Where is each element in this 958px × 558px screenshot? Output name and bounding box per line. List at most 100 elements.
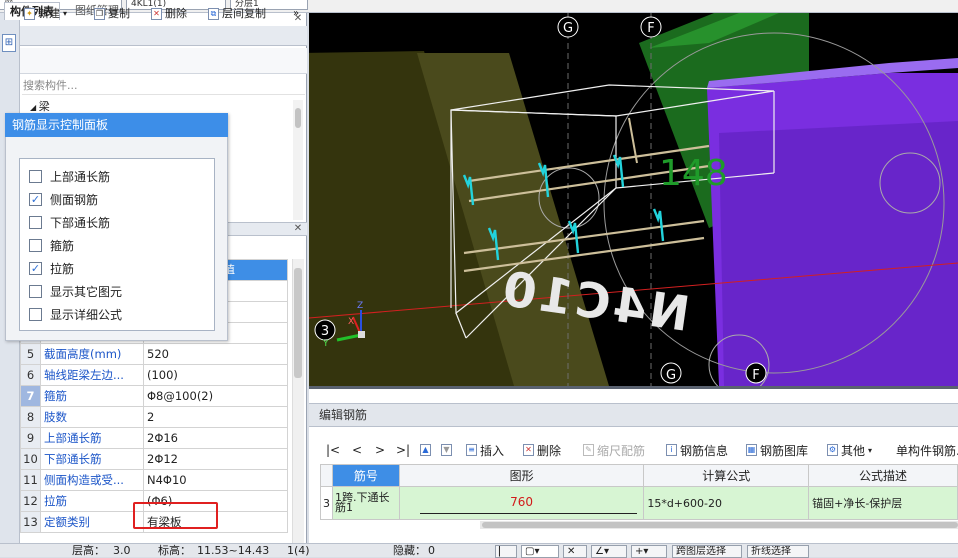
nav-next-button[interactable]: > bbox=[375, 442, 385, 458]
rebar-option-label: 下部通长筋 bbox=[50, 215, 111, 230]
property-row[interactable]: 9 上部通长筋 2Φ16 bbox=[20, 427, 288, 449]
hidden-label: 隐藏： bbox=[393, 544, 426, 557]
checkbox-icon[interactable] bbox=[29, 215, 42, 229]
checkbox-icon[interactable]: ✓ bbox=[29, 192, 42, 206]
axis-marker-3: 3 bbox=[314, 319, 336, 341]
property-value[interactable]: 2Φ16 bbox=[143, 427, 288, 449]
3d-viewport[interactable]: 148 N4C10 G F G F 3 Z X Y bbox=[309, 13, 958, 386]
property-name: 肢数 bbox=[40, 406, 144, 428]
chevron-down-icon: ▾ bbox=[63, 8, 68, 18]
elevation-value: 11.53~14.43 bbox=[197, 544, 270, 557]
rebar-option-label: 显示详细公式 bbox=[50, 307, 123, 322]
tree-node-beam[interactable]: ◢ 梁 bbox=[30, 98, 50, 114]
close-icon[interactable]: ✕ bbox=[291, 223, 305, 234]
svg-text:3: 3 bbox=[321, 324, 329, 339]
search-input[interactable]: 搜索构件... bbox=[22, 78, 305, 95]
polyline-select-button[interactable]: 折线选择 bbox=[747, 545, 809, 558]
rebar-option-6[interactable]: 显示详细公式 bbox=[29, 306, 122, 322]
rebar-library-button[interactable]: ▦ 钢筋图库 bbox=[746, 442, 808, 458]
delete-row-button[interactable]: ✕ 删除 bbox=[523, 442, 561, 458]
property-scroll-thumb[interactable] bbox=[294, 268, 302, 378]
checkbox-icon[interactable] bbox=[29, 284, 42, 298]
column-header-formula[interactable]: 计算公式 bbox=[643, 464, 810, 487]
beam-3d-scene: 148 N4C10 G F G F 3 Z X Y bbox=[309, 13, 958, 386]
other-button[interactable]: ⚙ 其他 ▾ bbox=[827, 442, 872, 458]
property-row[interactable]: 10 下部通长筋 2Φ12 bbox=[20, 448, 288, 470]
status-bar bbox=[0, 543, 958, 557]
table-row[interactable]: 3 1跨.下通长筋1 760 15*d+600-20 锚固+净长-保护层 bbox=[320, 486, 958, 520]
scale-rebar-button[interactable]: ✎ 缩尺配筋 bbox=[583, 442, 645, 458]
property-row[interactable]: 7 箍筋 Φ8@100(2) bbox=[20, 385, 288, 407]
move-up-button[interactable]: ▲ bbox=[420, 442, 431, 458]
other-icon: ⚙ bbox=[827, 444, 838, 456]
move-down-button[interactable]: ▼ bbox=[441, 442, 452, 458]
row-description[interactable]: 锚固+净长-保护层 bbox=[808, 486, 958, 520]
rebar-option-4[interactable]: ✓ 拉筋 bbox=[29, 260, 74, 276]
property-name: 截面高度(mm) bbox=[40, 343, 144, 365]
select-rect-icon[interactable]: ▢▾ bbox=[521, 545, 559, 558]
tree-scroll-thumb[interactable] bbox=[295, 108, 301, 128]
rebar-option-3[interactable]: 箍筋 bbox=[29, 237, 74, 253]
delete-icon: ✕ bbox=[151, 7, 162, 20]
rebar-option-label: 箍筋 bbox=[50, 238, 75, 253]
rebar-option-5[interactable]: 显示其它图元 bbox=[29, 283, 122, 299]
property-row[interactable]: 11 侧面构造或受... N4Φ10 bbox=[20, 469, 288, 491]
property-row-number: 13 bbox=[20, 511, 41, 533]
property-value[interactable]: (100) bbox=[143, 364, 288, 386]
chevron-down-icon: ▾ bbox=[868, 445, 873, 455]
add-select-icon[interactable]: +▾ bbox=[631, 545, 667, 558]
property-row[interactable]: 6 轴线距梁左边... (100) bbox=[20, 364, 288, 386]
checkbox-icon[interactable]: ✓ bbox=[29, 261, 42, 275]
rebar-option-label: 拉筋 bbox=[50, 261, 75, 276]
property-value[interactable]: 520 bbox=[143, 343, 288, 365]
property-row-number: 10 bbox=[20, 448, 41, 470]
nav-last-button[interactable]: >| bbox=[396, 442, 410, 458]
svg-text:Y: Y bbox=[322, 339, 329, 349]
rebar-option-2[interactable]: 下部通长筋 bbox=[29, 214, 110, 230]
rebar-table-hscroll-thumb[interactable] bbox=[482, 522, 958, 528]
nav-prev-button[interactable]: < bbox=[352, 442, 362, 458]
select-mode-icon[interactable]: ▏ bbox=[495, 545, 517, 558]
cross-select-icon[interactable]: ✕ bbox=[563, 545, 587, 558]
column-header-bar-no[interactable]: 筋号 bbox=[331, 464, 400, 487]
line-select-icon[interactable]: ∠▾ bbox=[591, 545, 627, 558]
insert-button[interactable]: ≡ 插入 bbox=[466, 442, 504, 458]
delete-button[interactable]: ✕ 删除 bbox=[151, 6, 187, 21]
property-value[interactable]: Φ8@100(2) bbox=[143, 385, 288, 407]
shape-line bbox=[419, 513, 638, 514]
dock-pin-icon[interactable]: ⊞ bbox=[2, 34, 16, 52]
toolbar-more-button[interactable]: » bbox=[293, 6, 299, 21]
layer-copy-button[interactable]: ⧉ 层间复制 bbox=[208, 6, 266, 21]
copy-icon: ❐ bbox=[94, 7, 105, 20]
property-value[interactable]: N4Φ10 bbox=[143, 469, 288, 491]
property-value[interactable]: 2Φ12 bbox=[143, 448, 288, 470]
property-row-number: 9 bbox=[20, 427, 41, 449]
cross-layer-select-button[interactable]: 跨图层选择 bbox=[672, 545, 742, 558]
checkbox-icon[interactable] bbox=[29, 169, 42, 183]
checkbox-icon[interactable] bbox=[29, 307, 42, 321]
rebar-option-0[interactable]: 上部通长筋 bbox=[29, 168, 110, 184]
single-member-rebar-button[interactable]: 单构件钢筋... bbox=[896, 442, 958, 458]
new-button[interactable]: ✦ 新建 ▾ bbox=[24, 6, 67, 21]
column-header-shape[interactable]: 图形 bbox=[398, 464, 645, 487]
rebar-display-panel-title: 钢筋显示控制面板 bbox=[5, 113, 228, 137]
property-row[interactable]: 8 肢数 2 bbox=[20, 406, 288, 428]
rebar-info-button[interactable]: i 钢筋信息 bbox=[666, 442, 728, 458]
property-value[interactable]: 2 bbox=[143, 406, 288, 428]
row-shape[interactable]: 760 bbox=[398, 486, 645, 520]
nav-first-button[interactable]: |< bbox=[326, 442, 340, 458]
axis-marker-f-top: F bbox=[640, 16, 662, 38]
checkbox-icon[interactable] bbox=[29, 238, 42, 252]
info-icon: i bbox=[666, 444, 677, 456]
dimension-label: 148 bbox=[659, 153, 728, 194]
row-formula[interactable]: 15*d+600-20 bbox=[643, 486, 810, 520]
floor-height-value: 3.0 bbox=[113, 544, 131, 557]
rebar-option-1[interactable]: ✓ 侧面钢筋 bbox=[29, 191, 98, 207]
copy-button[interactable]: ❐ 复制 bbox=[94, 6, 130, 21]
floor-height-label: 层高： bbox=[72, 544, 105, 557]
row-bar-name[interactable]: 1跨.下通长筋1 bbox=[331, 486, 400, 520]
arrow-up-icon: ▲ bbox=[420, 444, 431, 456]
property-row[interactable]: 5 截面高度(mm) 520 bbox=[20, 343, 288, 365]
column-header-description[interactable]: 公式描述 bbox=[808, 464, 958, 487]
property-row-number: 6 bbox=[20, 364, 41, 386]
